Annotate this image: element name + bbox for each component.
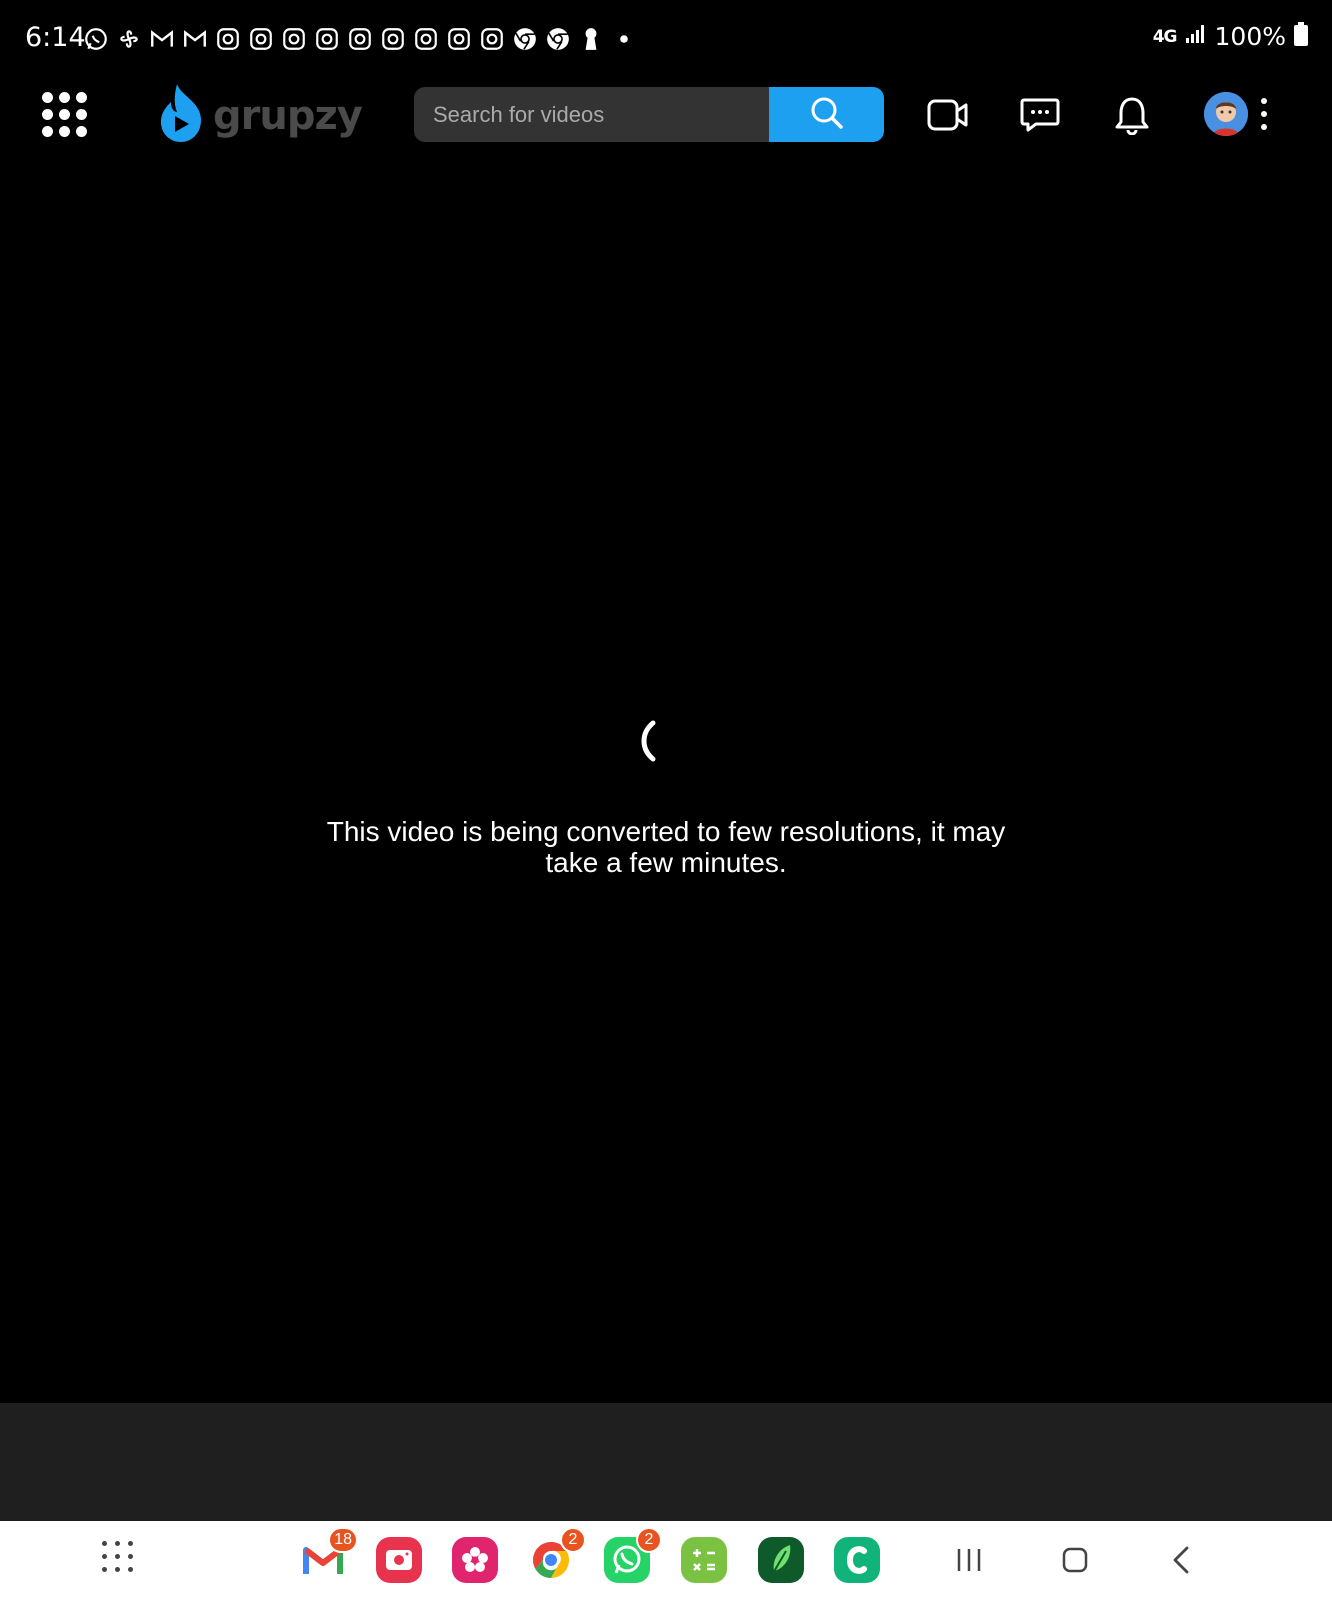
search-box [414,87,884,142]
screen-recorder-app-icon[interactable] [376,1537,422,1583]
video-player[interactable]: This video is being converted to few res… [0,153,1332,1403]
instagram-icon [478,25,506,53]
battery-percent: 100% [1214,22,1286,51]
search-button[interactable] [769,87,884,142]
signal-icon [1185,24,1207,49]
chat-icon[interactable] [1018,94,1062,136]
calculator-app-icon[interactable] [681,1537,727,1583]
status-bar: 6:14 4G 100% [0,0,1332,78]
gmail-app-icon[interactable]: 18 [300,1527,358,1583]
feather-app-icon[interactable] [758,1537,804,1583]
loading-spinner-icon [641,720,656,762]
network-type: 4G [1152,26,1178,47]
instagram-icon [247,25,275,53]
notification-badge: 2 [560,1527,586,1553]
notification-badge: 2 [636,1527,662,1553]
chrome-icon [544,25,572,53]
notification-icons [82,24,638,54]
app-drawer-icon[interactable] [102,1541,134,1573]
logo-text: grupzy [213,92,363,139]
app-header: grupzy [0,78,1332,153]
battery-icon [1294,22,1308,51]
blossom-app-icon[interactable] [452,1537,498,1583]
notification-badge: 18 [328,1527,358,1553]
keyhole-icon [577,25,605,53]
home-button[interactable] [1058,1543,1092,1577]
gmail-icon [148,25,176,53]
video-camera-icon[interactable] [926,94,970,136]
instagram-icon [379,25,407,53]
chrome-icon [511,25,539,53]
processing-message: This video is being converted to few res… [326,816,1006,878]
instagram-icon [313,25,341,53]
below-video-area [0,1403,1332,1521]
c-app-icon[interactable] [834,1537,880,1583]
back-button[interactable] [1164,1543,1198,1577]
kebab-menu-icon[interactable] [1258,98,1270,130]
status-time: 6:14 [25,22,86,53]
gmail-icon [181,25,209,53]
more-dot-icon [610,25,638,53]
flame-play-icon [157,82,205,149]
search-input[interactable] [414,87,769,142]
chrome-app-icon[interactable]: 2 [528,1527,586,1583]
recent-apps-button[interactable] [952,1543,986,1577]
apps-grid-icon[interactable] [42,92,88,138]
pinwheel-icon [115,25,143,53]
instagram-icon [280,25,308,53]
avatar[interactable] [1204,92,1248,136]
bell-icon[interactable] [1110,94,1154,136]
taskbar: 18 2 2 [0,1521,1332,1600]
whatsapp-app-icon[interactable]: 2 [604,1527,662,1583]
logo[interactable]: grupzy [157,82,363,149]
status-right: 4G 100% [1153,22,1308,51]
instagram-icon [214,25,242,53]
instagram-icon [346,25,374,53]
instagram-icon [445,25,473,53]
search-icon [810,96,844,133]
instagram-icon [412,25,440,53]
whatsapp-icon [82,25,110,53]
